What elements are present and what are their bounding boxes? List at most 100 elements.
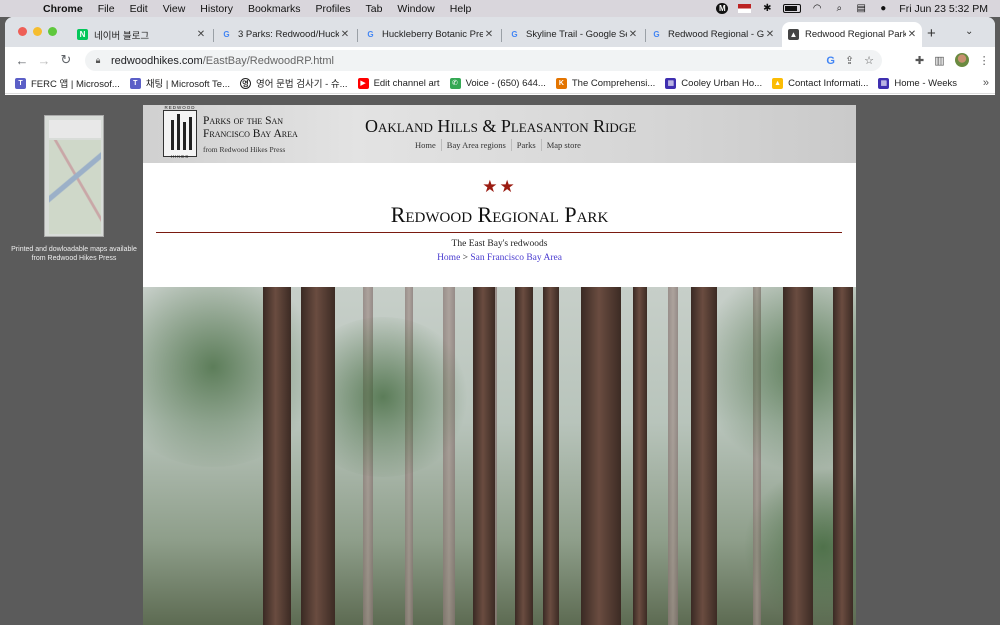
title-divider bbox=[156, 232, 842, 233]
nav-home[interactable]: Home bbox=[410, 139, 441, 151]
tab-huckleberry[interactable]: G Huckleberry Botanic Pre ✕ bbox=[359, 22, 499, 47]
tab-search-chevron-icon[interactable]: ⌄ bbox=[965, 26, 973, 37]
tab-redwood-regional-google[interactable]: G Redwood Regional - Goo ✕ bbox=[645, 22, 780, 47]
photo-trunk bbox=[443, 287, 455, 625]
chrome-menu-icon[interactable]: ⋮ bbox=[979, 54, 990, 67]
bookmark-label: Edit channel art bbox=[373, 77, 440, 89]
nav-map-store[interactable]: Map store bbox=[540, 139, 586, 151]
input-source-flag-icon[interactable] bbox=[738, 4, 752, 13]
main-content: REDWOOD HIKES Parks of the San Francisco… bbox=[143, 105, 856, 625]
tab-label: Redwood Regional - Goo bbox=[668, 29, 764, 40]
wifi-icon[interactable]: ◠ bbox=[811, 3, 823, 14]
logo-wordmark-top: REDWOOD bbox=[164, 105, 196, 110]
nav-parks[interactable]: Parks bbox=[510, 139, 541, 151]
parks-series-subtitle: from Redwood Hikes Press bbox=[203, 145, 286, 154]
photo-trunk bbox=[263, 287, 291, 625]
bookmark-comprehensive[interactable]: K The Comprehensi... bbox=[555, 77, 655, 89]
close-tab-icon[interactable]: ✕ bbox=[627, 29, 639, 40]
menu-bookmarks[interactable]: Bookmarks bbox=[248, 3, 301, 15]
lock-icon[interactable]: 🔒︎ bbox=[85, 55, 111, 66]
youtube-icon: ▶ bbox=[357, 77, 369, 89]
bookmark-contact-info[interactable]: ▲ Contact Informati... bbox=[772, 77, 868, 89]
google-icon: G bbox=[653, 30, 660, 39]
bookmark-ferc[interactable]: T FERC 앱 | Microsof... bbox=[15, 76, 120, 90]
nav-bay-area-regions[interactable]: Bay Area regions bbox=[440, 139, 511, 151]
map-store-caption[interactable]: Printed and dowloadable maps available f… bbox=[5, 245, 143, 263]
side-panel-icon[interactable]: ▥ bbox=[934, 54, 944, 67]
menu-history[interactable]: History bbox=[200, 3, 233, 15]
teams-icon: T bbox=[15, 77, 26, 89]
close-tab-icon[interactable]: ✕ bbox=[195, 29, 207, 40]
menu-file[interactable]: File bbox=[98, 3, 115, 15]
menu-view[interactable]: View bbox=[163, 3, 186, 15]
bookmarks-bar: T FERC 앱 | Microsof... T 채팅 | Microsoft … bbox=[5, 73, 995, 94]
url-host: redwoodhikes.com bbox=[111, 54, 203, 67]
google-lens-icon[interactable]: G bbox=[826, 55, 835, 67]
profile-avatar[interactable] bbox=[954, 53, 969, 67]
bookmark-cooley-urban[interactable]: ▦ Cooley Urban Ho... bbox=[665, 77, 762, 89]
bookmark-label: Home - Weeks bbox=[894, 77, 958, 89]
tab-separator bbox=[357, 29, 358, 42]
back-arrow-icon[interactable]: ← bbox=[11, 53, 33, 68]
photo-trunk bbox=[691, 287, 717, 625]
minimize-window-button[interactable] bbox=[33, 27, 42, 36]
tab-naver-blog[interactable]: N 네이버 블로그 ✕ bbox=[71, 22, 211, 47]
tab-3-parks[interactable]: G 3 Parks: Redwood/Huckle ✕ bbox=[215, 22, 355, 47]
new-tab-plus-icon[interactable]: + bbox=[927, 25, 936, 42]
menubar-clock[interactable]: Fri Jun 23 5:32 PM bbox=[899, 3, 988, 15]
tab-separator bbox=[501, 29, 502, 42]
spotlight-search-icon[interactable]: ⌕ bbox=[833, 3, 845, 14]
photo-trunk bbox=[633, 287, 647, 625]
address-bar[interactable]: 🔒︎ redwoodhikes.com/EastBay/RedwoodRP.ht… bbox=[85, 50, 882, 71]
close-tab-icon[interactable]: ✕ bbox=[339, 29, 351, 40]
photo-trunk bbox=[581, 287, 621, 625]
google-icon: G bbox=[367, 30, 374, 39]
forward-arrow-icon[interactable]: → bbox=[33, 53, 55, 68]
menu-profiles[interactable]: Profiles bbox=[315, 3, 350, 15]
menu-window[interactable]: Window bbox=[397, 3, 434, 15]
menu-app-name[interactable]: Chrome bbox=[43, 3, 83, 15]
parks-series-title: Parks of the San Francisco Bay Area bbox=[203, 115, 298, 140]
photo-trunk bbox=[833, 287, 853, 625]
share-icon[interactable]: ⇪ bbox=[845, 54, 854, 67]
photo-trunk bbox=[515, 287, 533, 625]
menu-tab[interactable]: Tab bbox=[365, 3, 382, 15]
bluetooth-icon[interactable]: ✱ bbox=[761, 3, 773, 14]
reload-icon[interactable]: ↻ bbox=[55, 52, 77, 68]
close-window-button[interactable] bbox=[18, 27, 27, 36]
map-cover-thumbnail[interactable] bbox=[44, 115, 104, 237]
more-bookmarks-chevron-icon[interactable]: » bbox=[983, 77, 989, 89]
battery-icon[interactable] bbox=[783, 4, 802, 13]
bookmark-star-icon[interactable]: ☆ bbox=[864, 54, 874, 67]
redwood-hikes-logo[interactable] bbox=[163, 110, 197, 157]
breadcrumb-region-link[interactable]: San Francisco Bay Area bbox=[470, 253, 562, 263]
m-status-icon[interactable]: M bbox=[716, 3, 729, 14]
bookmark-teams-chat[interactable]: T 채팅 | Microsoft Te... bbox=[129, 76, 230, 90]
k-icon: K bbox=[555, 77, 567, 89]
toolbar-right-actions: ✚ ▥ ⋮ bbox=[915, 47, 990, 73]
tab-label: 네이버 블로그 bbox=[94, 30, 150, 42]
close-tab-icon[interactable]: ✕ bbox=[906, 29, 918, 40]
breadcrumb-home-link[interactable]: Home bbox=[437, 253, 460, 263]
zoom-window-button[interactable] bbox=[48, 27, 57, 36]
bookmark-grammar-checker[interactable]: 영 영어 문법 검사기 - 슈... bbox=[240, 76, 348, 90]
menu-edit[interactable]: Edit bbox=[130, 3, 148, 15]
control-center-icon[interactable]: ▤ bbox=[855, 3, 867, 14]
bookmark-home-weeks[interactable]: ▦ Home - Weeks bbox=[878, 77, 958, 89]
siri-icon[interactable]: ● bbox=[877, 3, 889, 14]
browser-window: N 네이버 블로그 ✕ G 3 Parks: Redwood/Huckle ✕ … bbox=[5, 17, 995, 625]
browser-toolbar: ← → ↻ 🔒︎ redwoodhikes.com/EastBay/Redwoo… bbox=[5, 47, 995, 73]
logo-wordmark-bottom: HIKES bbox=[170, 154, 190, 159]
menu-help[interactable]: Help bbox=[450, 3, 472, 15]
photo-trunk bbox=[473, 287, 495, 625]
bookmark-google-voice[interactable]: ✆ Voice - (650) 644... bbox=[449, 77, 546, 89]
google-icon: G bbox=[223, 30, 230, 39]
bookmark-channel-art[interactable]: ▶ Edit channel art bbox=[357, 77, 440, 89]
tab-redwood-regional-park[interactable]: ▲ Redwood Regional Park ✕ bbox=[782, 22, 922, 47]
site-nav: Home Bay Area regions Parks Map store bbox=[410, 139, 586, 151]
extensions-puzzle-icon[interactable]: ✚ bbox=[915, 54, 924, 67]
close-tab-icon[interactable]: ✕ bbox=[764, 29, 776, 40]
close-tab-icon[interactable]: ✕ bbox=[483, 29, 495, 40]
logo-tree bbox=[177, 114, 180, 150]
tab-skyline-trail[interactable]: G Skyline Trail - Google Se ✕ bbox=[503, 22, 643, 47]
